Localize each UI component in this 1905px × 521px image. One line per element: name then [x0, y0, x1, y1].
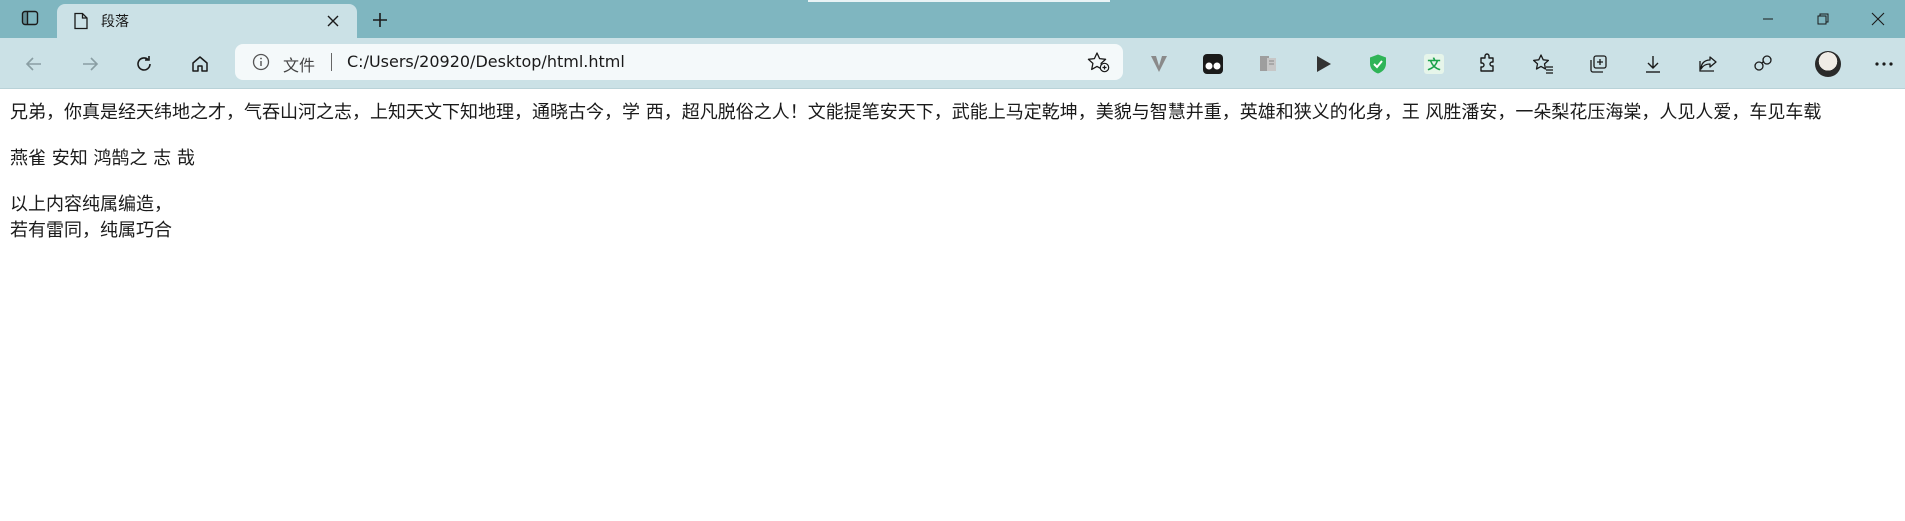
restore-icon: [1817, 13, 1828, 25]
refresh-icon: [137, 56, 151, 71]
extensions-button[interactable]: [1472, 48, 1504, 80]
page-content: 兄弟，你真是经天纬地之才，气吞山河之志，上知天文下知地理，通晓古今，学 西，超凡…: [10, 88, 1895, 244]
new-tab-button[interactable]: [365, 7, 395, 33]
back-button[interactable]: [18, 48, 50, 80]
add-favorite-button[interactable]: [1085, 50, 1111, 74]
forward-arrow-icon: [83, 57, 99, 71]
minimize-button[interactable]: [1740, 0, 1795, 38]
close-icon: [1871, 12, 1884, 26]
profile-button[interactable]: [1812, 48, 1844, 80]
profile-sync-button[interactable]: [1747, 48, 1779, 80]
shield-extension-button[interactable]: [1362, 48, 1394, 80]
translate-icon: 文: [1424, 54, 1444, 74]
address-separator: [331, 53, 332, 71]
translate-extension-button[interactable]: 文: [1418, 48, 1450, 80]
paragraph-3-line-1: 以上内容纯属编造，: [10, 194, 172, 215]
home-icon: [192, 56, 208, 72]
tab-active[interactable]: 段落: [57, 4, 357, 38]
paragraph-3-line-2: 若有雷同，纯属巧合: [10, 220, 172, 241]
forward-button[interactable]: [74, 48, 106, 80]
reader-extension-button[interactable]: [1252, 48, 1284, 80]
browser-toolbar: 文件 C:/Users/20920/Desktop/html.html 文: [0, 38, 1905, 89]
restore-button[interactable]: [1795, 0, 1850, 38]
v-extension-button[interactable]: [1143, 48, 1175, 80]
protocol-label: 文件: [283, 56, 316, 75]
tab-actions-button[interactable]: [12, 7, 48, 33]
favorites-button[interactable]: [1527, 48, 1559, 80]
paragraph-1: 兄弟，你真是经天纬地之才，气吞山河之志，上知天文下知地理，通晓古今，学 西，超凡…: [10, 102, 1822, 123]
more-icon: [1875, 62, 1893, 66]
tab-actions-icon: [21, 9, 39, 31]
download-icon: [1646, 56, 1660, 73]
drag-region-highlight: [808, 0, 1110, 2]
minimize-icon: [1762, 18, 1773, 20]
url-text[interactable]: C:/Users/20920/Desktop/html.html: [347, 52, 625, 71]
home-button[interactable]: [184, 48, 216, 80]
page-icon: [73, 12, 89, 30]
play-extension-button[interactable]: [1307, 48, 1339, 80]
play-icon: [1317, 56, 1331, 72]
share-button[interactable]: [1692, 48, 1724, 80]
more-button[interactable]: [1868, 48, 1900, 80]
info-icon[interactable]: [252, 53, 270, 71]
window-controls: [1740, 0, 1905, 38]
plus-icon: [373, 13, 387, 27]
avatar: [1815, 51, 1841, 77]
address-bar[interactable]: 文件 C:/Users/20920/Desktop/html.html: [235, 44, 1123, 80]
downloads-button[interactable]: [1637, 48, 1669, 80]
profile-sync-icon: [1754, 55, 1772, 71]
collections-icon: [1590, 55, 1607, 73]
reader-icon: [1260, 56, 1276, 71]
paragraph-2: 燕雀 安知 鸿鹄之 志 哉: [10, 148, 195, 169]
shield-check-icon: [1370, 54, 1386, 74]
v-extension-icon: [1151, 56, 1167, 72]
puzzle-icon: [1480, 53, 1494, 72]
tampermonkey-button[interactable]: [1197, 48, 1229, 80]
close-window-button[interactable]: [1850, 0, 1905, 38]
collections-button[interactable]: [1582, 48, 1614, 80]
share-icon: [1699, 56, 1717, 72]
tab-title: 段落: [101, 14, 129, 30]
add-favorite-icon: [1087, 52, 1110, 73]
tampermonkey-icon: [1203, 54, 1223, 74]
close-tab-button[interactable]: [321, 9, 345, 33]
paragraph-3: 以上内容纯属编造， 若有雷同，纯属巧合: [10, 192, 1895, 244]
refresh-button[interactable]: [128, 48, 160, 80]
svg-text:文: 文: [1427, 57, 1441, 73]
title-bar: 段落: [0, 0, 1905, 38]
close-icon: [327, 15, 339, 27]
back-arrow-icon: [25, 57, 41, 71]
favorites-icon: [1532, 54, 1553, 74]
